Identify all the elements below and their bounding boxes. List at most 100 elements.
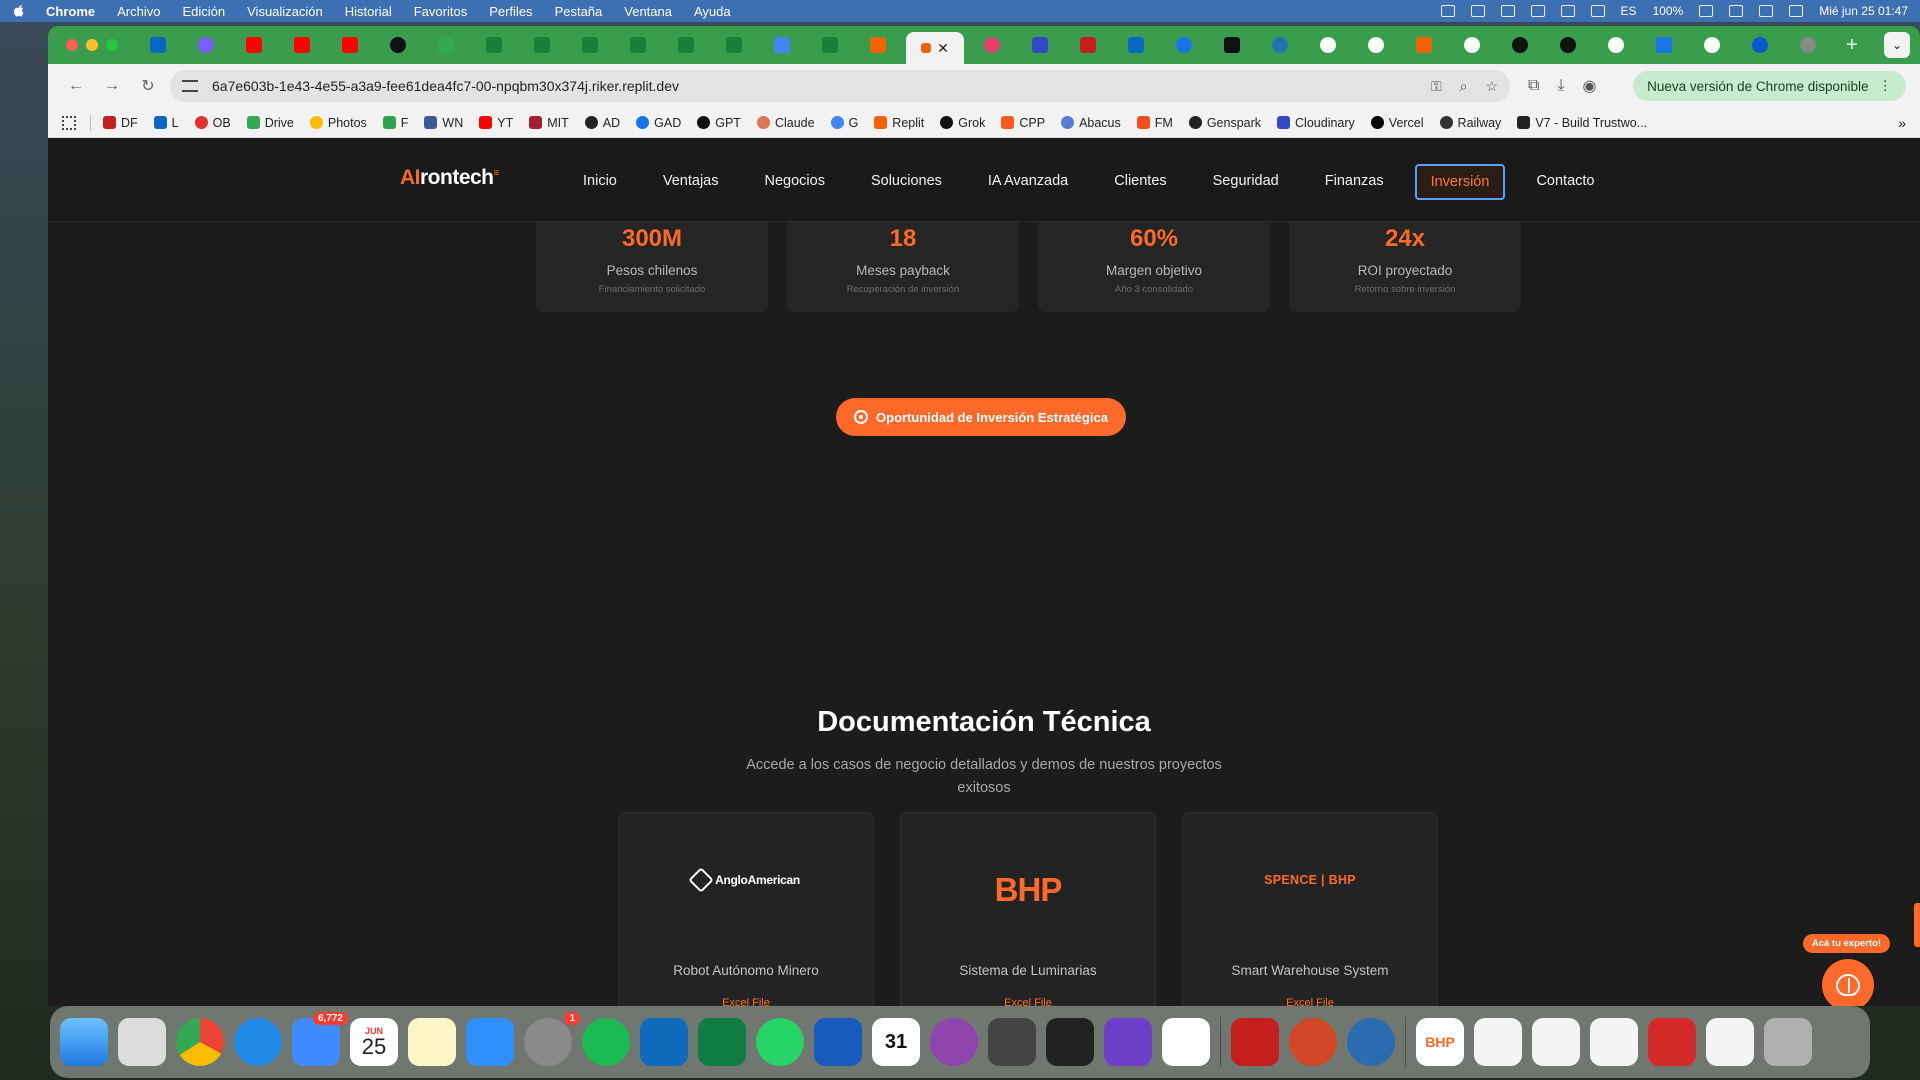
circle-app-icon[interactable] bbox=[930, 1018, 978, 1066]
menu-visualizacion[interactable]: Visualización bbox=[247, 4, 323, 19]
safari-icon[interactable] bbox=[234, 1018, 282, 1066]
replit-app-icon[interactable] bbox=[1046, 1018, 1094, 1066]
bookmark-g[interactable]: G bbox=[830, 116, 858, 130]
notes-icon[interactable] bbox=[408, 1018, 456, 1066]
bookmark-mit[interactable]: MIT bbox=[529, 116, 569, 130]
recent-pdf-icon[interactable] bbox=[1648, 1018, 1696, 1066]
iphone-mirroring-icon[interactable] bbox=[988, 1018, 1036, 1066]
zoom-window-button[interactable] bbox=[106, 39, 118, 51]
mail-icon[interactable]: 6,772 bbox=[292, 1012, 348, 1066]
nav-contacto[interactable]: Contacto bbox=[1521, 164, 1609, 200]
spotify-icon[interactable] bbox=[582, 1018, 630, 1066]
recent-document-icon[interactable] bbox=[1590, 1018, 1638, 1066]
minimize-window-button[interactable] bbox=[86, 39, 98, 51]
reload-icon[interactable]: ↻ bbox=[134, 76, 162, 96]
more-vertical-icon[interactable]: ⋮ bbox=[1879, 78, 1893, 94]
menu-archivo[interactable]: Archivo bbox=[117, 4, 160, 19]
apple-icon[interactable] bbox=[12, 4, 26, 18]
tab-replit[interactable] bbox=[858, 31, 898, 59]
forward-arrow-icon[interactable]: → bbox=[98, 77, 126, 95]
nav-inicio[interactable]: Inicio bbox=[568, 164, 632, 200]
launchpad-icon[interactable] bbox=[118, 1018, 166, 1066]
tab-github-2[interactable] bbox=[1548, 31, 1588, 59]
fantastical-calendar-icon[interactable]: 31 bbox=[872, 1018, 920, 1066]
drive-status-icon[interactable] bbox=[1500, 5, 1515, 17]
menu-ventana[interactable]: Ventana bbox=[624, 4, 672, 19]
menubar-clock[interactable]: Mié jun 25 01:47 bbox=[1819, 4, 1908, 18]
nav-clientes[interactable]: Clientes bbox=[1099, 164, 1181, 200]
bookmark-wn[interactable]: WN bbox=[424, 116, 463, 130]
nav-finanzas[interactable]: Finanzas bbox=[1310, 164, 1399, 200]
bookmark-claude[interactable]: Claude bbox=[756, 116, 815, 130]
tab-google-5[interactable] bbox=[1692, 31, 1732, 59]
menu-historial[interactable]: Historial bbox=[345, 4, 392, 19]
site-logo[interactable]: AIrontech≡ bbox=[400, 166, 499, 190]
zoom-magnifier-icon[interactable]: ⌕ bbox=[1460, 78, 1468, 95]
bookmark-photos[interactable]: Photos bbox=[309, 116, 367, 130]
bookmark-df[interactable]: DF bbox=[103, 116, 138, 130]
tab-github-1[interactable] bbox=[1500, 31, 1540, 59]
menu-pestana[interactable]: Pestaña bbox=[555, 4, 603, 19]
site-settings-icon[interactable] bbox=[182, 80, 198, 92]
tab-sheets-1[interactable] bbox=[474, 31, 514, 59]
nav-soluciones[interactable]: Soluciones bbox=[856, 164, 957, 200]
nav-ia-avanzada[interactable]: IA Avanzada bbox=[973, 164, 1083, 200]
nav-negocios[interactable]: Negocios bbox=[750, 164, 840, 200]
wifi-icon[interactable] bbox=[1729, 5, 1744, 17]
tab-cloud[interactable] bbox=[1788, 31, 1828, 59]
close-tab-icon[interactable]: ✕ bbox=[937, 40, 949, 57]
headphones-icon[interactable] bbox=[1560, 5, 1575, 17]
doc-card-link[interactable]: Excel File bbox=[619, 997, 873, 1006]
tab-youtube-2[interactable] bbox=[282, 31, 322, 59]
chrome-icon[interactable] bbox=[176, 1018, 224, 1066]
tab-gif[interactable] bbox=[1644, 31, 1684, 59]
recent-document-icon[interactable] bbox=[1706, 1018, 1754, 1066]
nav-inversion[interactable]: Inversión bbox=[1414, 164, 1506, 200]
tab-video-player[interactable] bbox=[186, 31, 226, 59]
bookmark-yt[interactable]: YT bbox=[479, 116, 513, 130]
menu-edicion[interactable]: Edición bbox=[182, 4, 225, 19]
nav-ventajas[interactable]: Ventajas bbox=[648, 164, 734, 200]
bookmark-abacus[interactable]: Abacus bbox=[1061, 116, 1121, 130]
tab-sheets-2[interactable] bbox=[522, 31, 562, 59]
bookmark-genspark[interactable]: Genspark bbox=[1188, 116, 1261, 130]
tab-chrome-web[interactable] bbox=[1164, 31, 1204, 59]
tab-docs[interactable] bbox=[762, 31, 802, 59]
tab-bold[interactable] bbox=[1212, 31, 1252, 59]
calendar-icon[interactable]: JUN 25 bbox=[350, 1018, 398, 1066]
battery-percent[interactable]: 100% bbox=[1653, 4, 1684, 18]
chat-expert-button[interactable] bbox=[1822, 959, 1874, 1006]
bookmarks-overflow-icon[interactable]: » bbox=[1898, 115, 1906, 131]
outlook-status-icon[interactable] bbox=[1440, 5, 1455, 17]
tab-drive[interactable] bbox=[426, 31, 466, 59]
system-settings-icon[interactable]: 1 bbox=[524, 1012, 580, 1066]
tab-active-replit[interactable]: ✕ bbox=[906, 32, 964, 64]
doc-card-link[interactable]: Excel File bbox=[1183, 997, 1437, 1006]
investment-opportunity-button[interactable]: Oportunidad de Inversión Estratégica bbox=[836, 398, 1126, 436]
tab-sheets-5[interactable] bbox=[666, 31, 706, 59]
trash-icon[interactable] bbox=[1764, 1018, 1812, 1066]
vscode-icon[interactable] bbox=[1162, 1018, 1210, 1066]
tab-download[interactable] bbox=[1740, 31, 1780, 59]
doc-card-link[interactable]: Excel File bbox=[901, 997, 1155, 1006]
menu-perfiles[interactable]: Perfiles bbox=[489, 4, 532, 19]
tab-search-chevron-down-icon[interactable]: ⌄ bbox=[1884, 32, 1910, 58]
nav-seguridad[interactable]: Seguridad bbox=[1198, 164, 1294, 200]
play-status-icon[interactable] bbox=[1530, 5, 1545, 17]
tab-openai[interactable] bbox=[378, 31, 418, 59]
profile-avatar[interactable]: ◉ bbox=[1583, 76, 1597, 96]
close-window-button[interactable] bbox=[66, 39, 78, 51]
bookmark-gad[interactable]: GAD bbox=[636, 116, 681, 130]
finder-icon[interactable] bbox=[60, 1018, 108, 1066]
tab-bhp[interactable] bbox=[1404, 31, 1444, 59]
excel-icon[interactable] bbox=[698, 1018, 746, 1066]
tab-df[interactable] bbox=[1068, 31, 1108, 59]
tab-sheets-3[interactable] bbox=[570, 31, 610, 59]
back-arrow-icon[interactable]: ← bbox=[62, 77, 90, 95]
extensions-puzzle-icon[interactable]: ⧉ bbox=[1528, 77, 1539, 95]
address-bar[interactable]: 6a7e603b-1e43-4e55-a3a9-fee61dea4fc7-00-… bbox=[170, 70, 1510, 102]
acrobat-icon[interactable] bbox=[1231, 1018, 1279, 1066]
tab-cloudinary[interactable] bbox=[1020, 31, 1060, 59]
chat-expert-label[interactable]: Acá tu experto! bbox=[1802, 934, 1890, 953]
github-desktop-icon[interactable] bbox=[1104, 1018, 1152, 1066]
